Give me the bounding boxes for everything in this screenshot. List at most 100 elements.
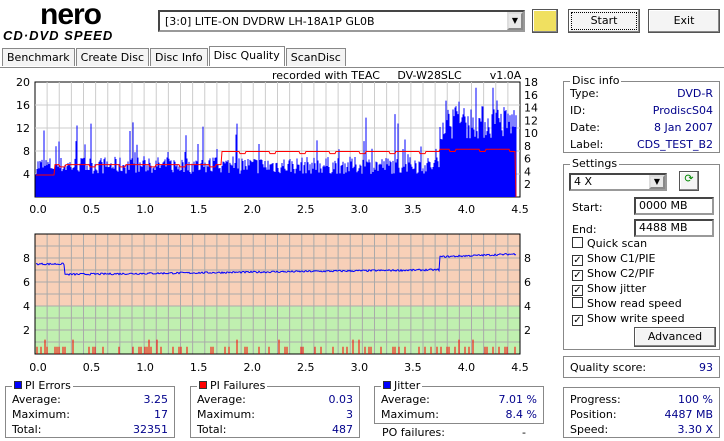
axis-tick-label: 4.0	[458, 361, 476, 374]
advanced-button[interactable]: Advanced	[634, 327, 716, 347]
stat-row: Type: DVD-R	[570, 87, 713, 100]
axis-tick-label: 12	[16, 122, 30, 135]
stat-value: 7.01 %	[498, 393, 537, 406]
pi-errors-chart: 20161284181614121086420.0 0.5 1.0 1.5 2.0 2.5…	[16, 76, 538, 216]
checkbox-row[interactable]: ✓ Show C2/PIF	[572, 267, 655, 281]
eject-icon[interactable]	[532, 9, 558, 33]
checkbox[interactable]: ✓	[572, 270, 583, 281]
stat-row: Maximum: 17	[12, 408, 168, 421]
axis-tick-label: 4	[524, 165, 531, 178]
stat-row: Total: 32351	[12, 423, 168, 436]
stat-row: Speed: 3.30 X	[570, 423, 713, 436]
stat-label: Average:	[197, 393, 246, 406]
axis-tick-label: 6	[23, 276, 30, 289]
drive-select[interactable]: [3:0] LITE-ON DVDRW LH-18A1P GL0B ▼	[158, 10, 525, 32]
checkbox-label: Show read speed	[587, 297, 682, 310]
pi-failures-color-icon	[199, 381, 207, 389]
axis-tick-label: 4	[23, 300, 30, 313]
stat-value: 487	[332, 423, 353, 436]
axis-tick-label: 2.5	[297, 203, 315, 216]
stat-row: Date: 8 Jan 2007	[570, 121, 713, 134]
axis-tick-label: 4.0	[458, 203, 476, 216]
axis-tick-label: 3.0	[351, 203, 369, 216]
checkbox-label: Quick scan	[587, 237, 648, 250]
stat-label: Maximum:	[197, 408, 255, 421]
stat-value: 0.03	[328, 393, 354, 406]
stat-value: 3.25	[143, 393, 169, 406]
stat-row: Label: CDS_TEST_B2	[570, 138, 713, 151]
axis-tick-label: 20	[16, 76, 30, 89]
tab-disc-quality[interactable]: Disc Quality	[208, 46, 285, 66]
stat-label: Average:	[381, 393, 430, 406]
axis-tick-label: 14	[524, 102, 538, 115]
stat-row: Maximum: 3	[197, 408, 353, 421]
checkbox[interactable]: ✓	[572, 255, 583, 266]
axis-tick-label: 8	[524, 252, 531, 265]
refresh-icon[interactable]: ⟳	[679, 171, 699, 191]
stat-label: Label:	[570, 138, 604, 151]
quality-score-box: Quality score: 93	[563, 356, 720, 378]
jitter-title: Jitter	[394, 379, 421, 392]
settings-title: Settings	[570, 157, 620, 170]
stat-row: Average: 3.25	[12, 393, 168, 406]
start-button[interactable]: Start	[568, 9, 640, 33]
stat-value: 3.30 X	[677, 423, 713, 436]
progress-box: Progress: 100 % Position: 4487 MB Speed: 3.30…	[563, 387, 720, 438]
axis-tick-label: 4.5	[511, 361, 529, 374]
settings-group: Settings 4 X ▼ ⟳ Start: 0000 MB End: 4488…	[563, 157, 720, 350]
stat-value: 8 Jan 2007	[654, 121, 713, 134]
jitter-pif-chart: 8 6 4 2 8 6 4 2 0.0 0.5 1.0 1.5 2.0 2.5 3.0 3.5 4.0 4.5	[23, 233, 531, 374]
axis-tick-label: 1.5	[190, 361, 208, 374]
pi-errors-color-icon	[14, 381, 22, 389]
checkbox[interactable]: ✓	[572, 285, 583, 296]
chevron-down-icon[interactable]: ▼	[507, 12, 523, 30]
tab-create-disc[interactable]: Create Disc	[75, 48, 150, 66]
stat-value: 4487 MB	[664, 408, 713, 421]
checkbox-row[interactable]: ✓ Show write speed	[572, 312, 685, 326]
checkbox[interactable]	[572, 297, 583, 308]
stat-row: Position: 4487 MB	[570, 408, 713, 421]
stat-value: 32351	[133, 423, 168, 436]
axis-tick-label: 4	[524, 300, 531, 313]
stat-row: Total: 487	[197, 423, 353, 436]
pi-failures-title: PI Failures	[210, 379, 266, 392]
axis-tick-label: 1.0	[136, 361, 154, 374]
stat-row: Maximum: 8.4 %	[381, 408, 537, 421]
stat-label: Type:	[570, 87, 599, 100]
checkbox-row[interactable]: Quick scan	[572, 237, 647, 250]
stat-label: ID:	[570, 104, 586, 117]
stat-row: ID: ProdiscS04	[570, 104, 713, 117]
checkbox[interactable]	[572, 237, 583, 248]
checkbox[interactable]: ✓	[572, 315, 583, 326]
nero-logo: nero	[40, 0, 102, 31]
stat-label: Speed:	[570, 423, 609, 436]
tab-benchmark[interactable]: Benchmark	[2, 48, 75, 66]
po-failures-value: -	[522, 426, 526, 439]
checkbox-label: Show C1/PIE	[587, 252, 656, 265]
stat-label: Total:	[12, 423, 42, 436]
checkbox-label: Show jitter	[587, 282, 647, 295]
exit-button[interactable]: Exit	[648, 9, 720, 33]
disc-info-group: Disc info Type: DVD-R ID: ProdiscS04 Date: 8 …	[563, 74, 720, 153]
stat-row: Average: 7.01 %	[381, 393, 537, 406]
stat-label: Progress:	[570, 393, 621, 406]
stat-label: Position:	[570, 408, 617, 421]
axis-tick-label: 1.0	[136, 203, 154, 216]
start-input[interactable]: 0000 MB	[634, 197, 714, 215]
speed-select[interactable]: 4 X ▼	[569, 173, 667, 191]
stat-value: CDS_TEST_B2	[636, 138, 713, 151]
checkbox-row[interactable]: ✓ Show C1/PIE	[572, 252, 655, 266]
axis-tick-label: 6	[524, 153, 531, 166]
po-failures-label: PO failures:	[382, 426, 445, 439]
end-label: End:	[572, 223, 597, 236]
stat-label: Maximum:	[12, 408, 70, 421]
chevron-down-icon[interactable]: ▼	[649, 175, 665, 189]
axis-tick-label: 12	[524, 114, 538, 127]
axis-tick-label: 2	[524, 178, 531, 191]
checkbox-row[interactable]: Show read speed	[572, 297, 682, 310]
checkbox-row[interactable]: ✓ Show jitter	[572, 282, 646, 296]
tab-scandisc[interactable]: ScanDisc	[285, 48, 346, 66]
end-input[interactable]: 4488 MB	[634, 219, 714, 237]
tab-disc-info[interactable]: Disc Info	[150, 48, 208, 66]
pi-errors-group: PI Errors Average: 3.25 Maximum: 17 Total: 323…	[5, 379, 175, 438]
